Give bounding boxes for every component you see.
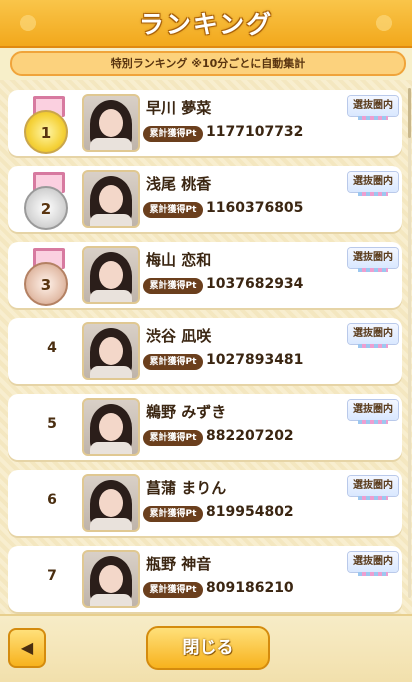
avatar: [82, 246, 140, 304]
selection-badge: 選抜圏内: [348, 552, 398, 576]
gold-medal-icon: 1: [24, 96, 68, 154]
header-bar: ランキング: [0, 0, 412, 48]
close-button[interactable]: 閉じる: [146, 626, 270, 670]
back-button[interactable]: ◀: [8, 628, 46, 668]
points-label: 累計獲得Pt: [143, 430, 203, 446]
ranking-row-5[interactable]: 5 鵜野 みずき 累計獲得Pt 882207202 選抜圏内: [8, 394, 402, 460]
rank-number: 4: [47, 340, 57, 356]
ranking-row-6[interactable]: 6 菖蒲 まりん 累計獲得Pt 819954802 選抜圏内: [8, 470, 402, 536]
member-name: 渋谷 凪咲: [146, 327, 212, 345]
member-name: 菖蒲 まりん: [146, 479, 227, 497]
rank-number: 1: [24, 110, 68, 154]
ranking-row-1[interactable]: 1 早川 夢菜 累計獲得Pt 1177107732 選抜圏内: [8, 90, 402, 156]
ranking-list[interactable]: 1 早川 夢菜 累計獲得Pt 1177107732 選抜圏内 2 浅尾 桃香 累…: [0, 80, 412, 614]
silver-medal-icon: 2: [24, 172, 68, 230]
rank-number: 6: [47, 492, 57, 508]
points-value: 882207202: [206, 428, 294, 444]
ranking-row-2[interactable]: 2 浅尾 桃香 累計獲得Pt 1160376805 選抜圏内: [8, 166, 402, 232]
points-value: 819954802: [206, 504, 294, 520]
member-name: 鵜野 みずき: [146, 403, 227, 421]
ranking-row-4[interactable]: 4 渋谷 凪咲 累計獲得Pt 1027893481 選抜圏内: [8, 318, 402, 384]
member-name: 浅尾 桃香: [146, 175, 212, 193]
points-label: 累計獲得Pt: [143, 506, 203, 522]
points-label: 累計獲得Pt: [143, 354, 203, 370]
rank-number: 2: [24, 186, 68, 230]
avatar: [82, 322, 140, 380]
selection-badge: 選抜圏内: [348, 400, 398, 424]
selection-badge: 選抜圏内: [348, 96, 398, 120]
triangle-left-icon: ◀: [20, 638, 34, 657]
points-value: 1160376805: [206, 200, 304, 216]
page-title: ランキング: [138, 10, 274, 39]
points-label: 累計獲得Pt: [143, 126, 203, 142]
avatar: [82, 550, 140, 608]
selection-badge: 選抜圏内: [348, 172, 398, 196]
selection-badge: 選抜圏内: [348, 324, 398, 348]
member-name: 早川 夢菜: [146, 99, 212, 117]
ranking-row-7[interactable]: 7 瓶野 神音 累計獲得Pt 809186210 選抜圏内: [8, 546, 402, 612]
points-value: 1177107732: [206, 124, 304, 140]
member-name: 梅山 恋和: [146, 251, 212, 269]
avatar: [82, 474, 140, 532]
points-label: 累計獲得Pt: [143, 202, 203, 218]
points-value: 1027893481: [206, 352, 304, 368]
rank-number: 7: [47, 568, 57, 584]
points-label: 累計獲得Pt: [143, 582, 203, 598]
ranking-subtitle: 特別ランキング ※10分ごとに自動集計: [10, 51, 406, 76]
rank-number: 5: [47, 416, 57, 432]
points-label: 累計獲得Pt: [143, 278, 203, 294]
scrollbar-thumb[interactable]: [408, 88, 411, 138]
list-scrollbar[interactable]: [408, 88, 411, 598]
points-value: 809186210: [206, 580, 294, 596]
avatar: [82, 398, 140, 456]
selection-badge: 選抜圏内: [348, 476, 398, 500]
avatar: [82, 170, 140, 228]
footer-bar: ◀ 閉じる: [0, 614, 412, 682]
rank-number: 3: [24, 262, 68, 306]
avatar: [82, 94, 140, 152]
points-value: 1037682934: [206, 276, 304, 292]
member-name: 瓶野 神音: [146, 555, 212, 573]
bronze-medal-icon: 3: [24, 248, 68, 306]
ranking-row-3[interactable]: 3 梅山 恋和 累計獲得Pt 1037682934 選抜圏内: [8, 242, 402, 308]
selection-badge: 選抜圏内: [348, 248, 398, 272]
